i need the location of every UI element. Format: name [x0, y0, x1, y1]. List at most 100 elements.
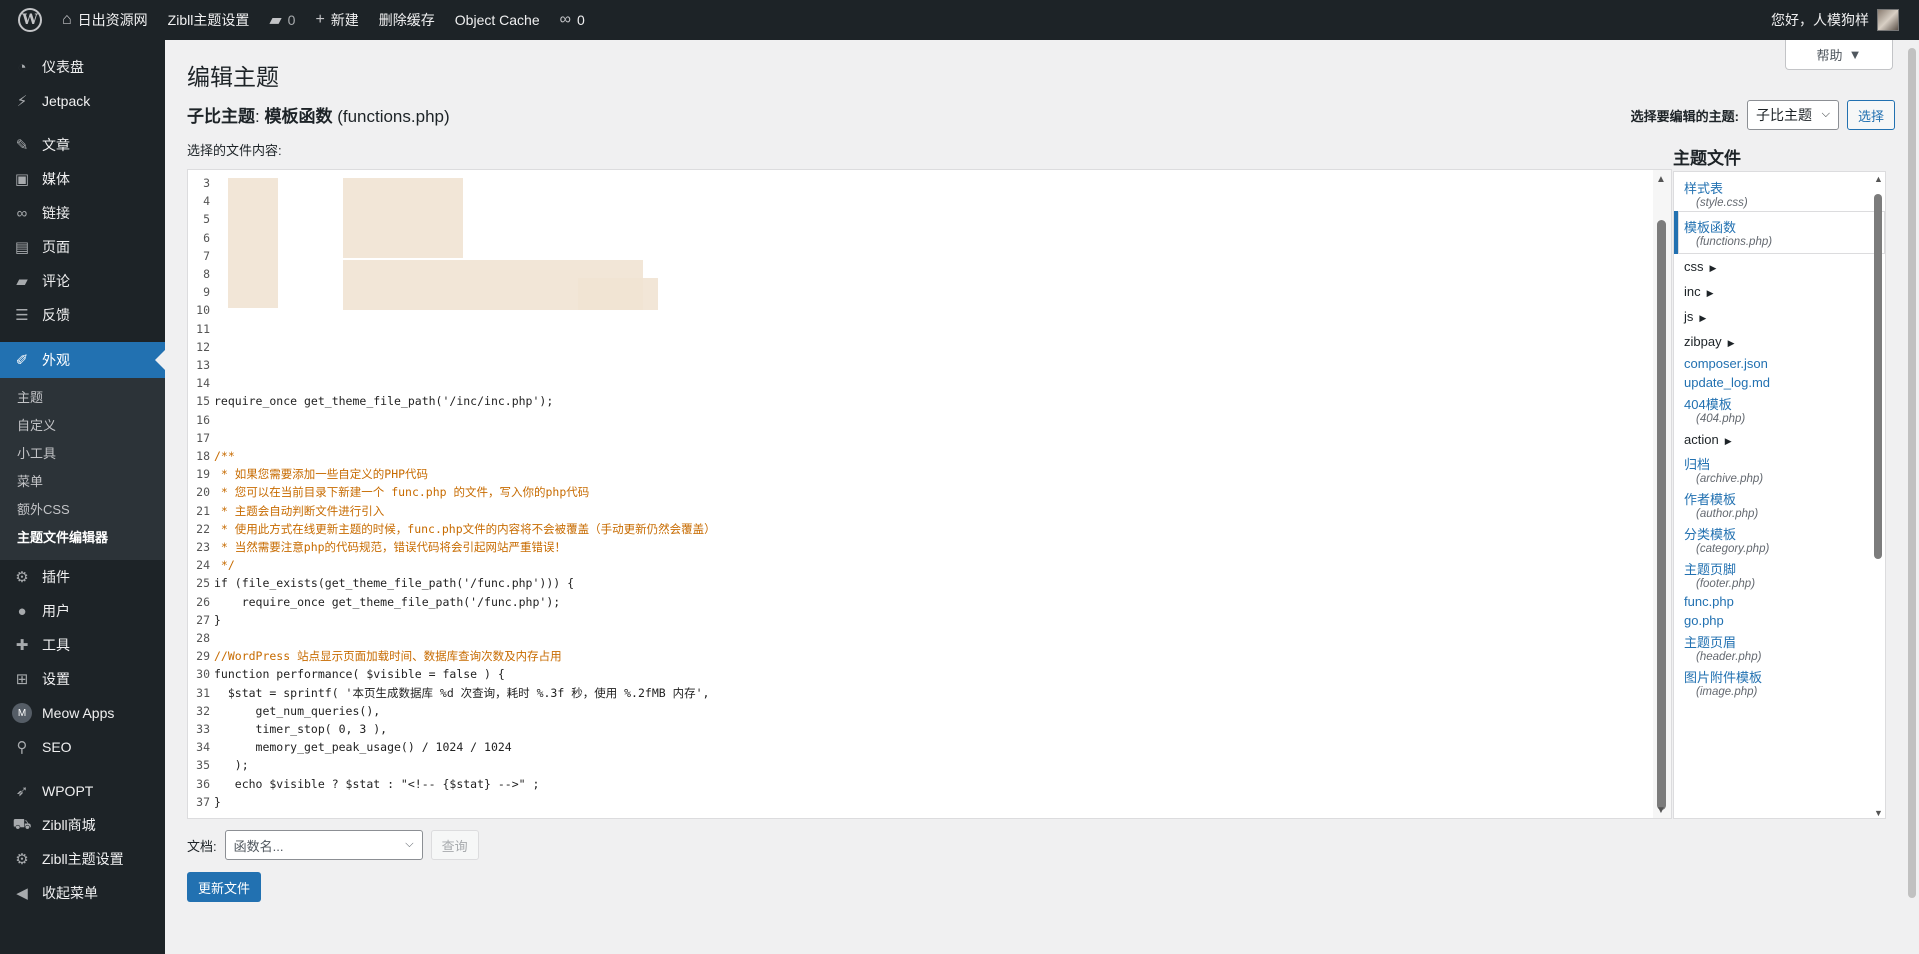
- menu-appearance[interactable]: ✐ 外观: [0, 342, 165, 378]
- theme-settings-link[interactable]: Zibll主题设置: [158, 0, 260, 40]
- user-icon: ●: [17, 602, 27, 620]
- folder-item[interactable]: action ▶: [1674, 427, 1885, 452]
- menu-plugins[interactable]: ⚙ 插件: [0, 560, 165, 594]
- home-icon: ⌂: [62, 11, 72, 28]
- scroll-up-icon[interactable]: ▲: [1874, 174, 1883, 184]
- menu-users[interactable]: ● 用户: [0, 594, 165, 628]
- links-link[interactable]: ∞ 0: [550, 0, 595, 40]
- update-file-button[interactable]: 更新文件: [187, 872, 262, 902]
- folder-item[interactable]: zibpay ▶: [1674, 329, 1885, 354]
- file-item[interactable]: 样式表 (style.css): [1674, 176, 1885, 211]
- code-text: * 如果您需要添加一些自定义的PHP代码: [214, 467, 429, 482]
- code-line: 6: [188, 229, 1648, 247]
- file-label: 图片附件模板: [1684, 670, 1763, 685]
- file-item[interactable]: 作者模板 (author.php): [1674, 487, 1885, 522]
- file-item[interactable]: func.php: [1674, 592, 1885, 611]
- wp-logo-menu[interactable]: W: [8, 0, 52, 40]
- caret-down-icon: ▼: [1848, 47, 1862, 62]
- comments-link[interactable]: ▰ 0: [259, 0, 305, 40]
- caret-right-icon: ▶: [1706, 288, 1714, 298]
- new-content-link[interactable]: + 新建: [305, 0, 368, 40]
- menu-label: 外观: [42, 352, 70, 368]
- menu-wpopt[interactable]: ➶ WPOPT: [0, 774, 165, 808]
- file-item[interactable]: 主题页眉 (header.php): [1674, 630, 1885, 665]
- menu-jetpack[interactable]: ⚡ Jetpack: [0, 84, 165, 118]
- code-text: );: [214, 758, 249, 773]
- menu-feedback[interactable]: ☰ 反馈: [0, 298, 165, 332]
- file-item[interactable]: go.php: [1674, 611, 1885, 630]
- menu-label: 链接: [42, 205, 70, 221]
- code-line: 25 if (file_exists(get_theme_file_path('/…: [188, 574, 1648, 592]
- folder-item[interactable]: css ▶: [1674, 254, 1885, 279]
- file-item[interactable]: 分类模板 (category.php): [1674, 522, 1885, 557]
- menu-meow-apps[interactable]: M Meow Apps: [0, 696, 165, 730]
- link-icon: ∞: [16, 204, 28, 222]
- menu-dashboard[interactable]: ◔ 仪表盘: [0, 50, 165, 84]
- menu-posts[interactable]: ✎ 文章: [0, 128, 165, 162]
- meow-icon: M: [12, 703, 32, 723]
- gear-icon: ⚙: [15, 851, 29, 868]
- folder-item[interactable]: inc ▶: [1674, 279, 1885, 304]
- menu-seo[interactable]: ⚲ SEO: [0, 730, 165, 764]
- scroll-down-icon[interactable]: ▼: [1874, 808, 1883, 818]
- my-account[interactable]: 您好，人模狗样: [1771, 9, 1911, 31]
- menu-media[interactable]: ▣ 媒体: [0, 162, 165, 196]
- file-item[interactable]: update_log.md: [1674, 373, 1885, 392]
- file-item[interactable]: 归档 (archive.php): [1674, 452, 1885, 487]
- theme-select[interactable]: 子比主题 ⌵: [1746, 100, 1839, 130]
- folder-item[interactable]: js ▶: [1674, 304, 1885, 329]
- code-line: 35 );: [188, 756, 1648, 774]
- scroll-up-icon[interactable]: ▲: [1656, 174, 1666, 185]
- submenu-additional-css[interactable]: 额外CSS: [0, 496, 165, 524]
- menu-label: 插件: [42, 569, 70, 585]
- submenu-customize[interactable]: 自定义: [0, 412, 165, 440]
- menu-pages[interactable]: ▤ 页面: [0, 230, 165, 264]
- lookup-button[interactable]: 查询: [430, 830, 479, 860]
- menu-zibll-shop[interactable]: ⛟ Zibll商城: [0, 808, 165, 842]
- folder-label: zibpay: [1684, 334, 1722, 349]
- code-editor[interactable]: 3 4 5 6 7 8 9 10 11 12 13 14 15 require_once get_them…: [187, 169, 1672, 819]
- caret-right-icon: ▶: [1699, 313, 1707, 323]
- menu-links[interactable]: ∞ 链接: [0, 196, 165, 230]
- submenu-themes[interactable]: 主题: [0, 384, 165, 412]
- appearance-submenu: 主题 自定义 小工具 菜单 额外CSS 主题文件编辑器: [0, 378, 165, 560]
- scroll-down-icon[interactable]: ▼: [1656, 805, 1666, 816]
- files-scrollbar[interactable]: ▲ ▼: [1871, 172, 1885, 818]
- menu-zibll-settings[interactable]: ⚙ Zibll主题设置: [0, 842, 165, 876]
- file-item[interactable]: 主题页脚 (footer.php): [1674, 557, 1885, 592]
- theme-files-panel: 样式表 (style.css) 模板函数 (functions.php) css ▶ inc…: [1673, 171, 1886, 819]
- file-item[interactable]: 模板函数 (functions.php): [1674, 211, 1885, 254]
- help-button[interactable]: 帮助 ▼: [1785, 40, 1893, 70]
- code-line: 31 $stat = sprintf( '本页生成数据库 %d 次查询，耗时 %…: [188, 684, 1648, 702]
- function-name-select[interactable]: 函数名... ⌵: [224, 830, 423, 860]
- menu-collapse[interactable]: ◀ 收起菜单: [0, 876, 165, 910]
- menu-tools[interactable]: ✚ 工具: [0, 628, 165, 662]
- page-scrollbar[interactable]: [1905, 40, 1919, 954]
- menu-settings[interactable]: ⊞ 设置: [0, 662, 165, 696]
- line-number: 17: [196, 430, 210, 445]
- select-theme-button[interactable]: 选择: [1846, 100, 1895, 130]
- search-icon: ⚲: [16, 739, 28, 756]
- code-text: }: [214, 794, 221, 809]
- file-title-name: (functions.php): [337, 107, 450, 126]
- file-item[interactable]: composer.json: [1674, 354, 1885, 373]
- file-item[interactable]: 404模板 (404.php): [1674, 392, 1885, 427]
- editor-scroll-thumb[interactable]: [1657, 220, 1666, 810]
- menu-comments[interactable]: ▰ 评论: [0, 264, 165, 298]
- file-name: (header.php): [1696, 651, 1762, 663]
- file-name: (author.php): [1696, 508, 1759, 520]
- submenu-theme-file-editor[interactable]: 主题文件编辑器: [0, 524, 165, 552]
- code-text: memory_get_peak_usage() / 1024 / 1024: [214, 740, 512, 755]
- object-cache-link[interactable]: Object Cache: [445, 0, 550, 40]
- clear-cache-link[interactable]: 删除缓存: [369, 0, 445, 40]
- page-scroll-thumb[interactable]: [1908, 48, 1916, 898]
- file-label: func.php: [1684, 594, 1734, 609]
- submenu-widgets[interactable]: 小工具: [0, 440, 165, 468]
- submenu-menus[interactable]: 菜单: [0, 468, 165, 496]
- editor-scrollbar[interactable]: ▲ ▼: [1653, 170, 1671, 818]
- file-item[interactable]: 图片附件模板 (image.php): [1674, 665, 1885, 700]
- files-scroll-thumb[interactable]: [1874, 194, 1882, 559]
- theme-files-title: 主题文件: [1673, 149, 1741, 168]
- site-name-link[interactable]: ⌂ 日出资源网: [52, 0, 158, 40]
- plus-icon: +: [315, 11, 325, 28]
